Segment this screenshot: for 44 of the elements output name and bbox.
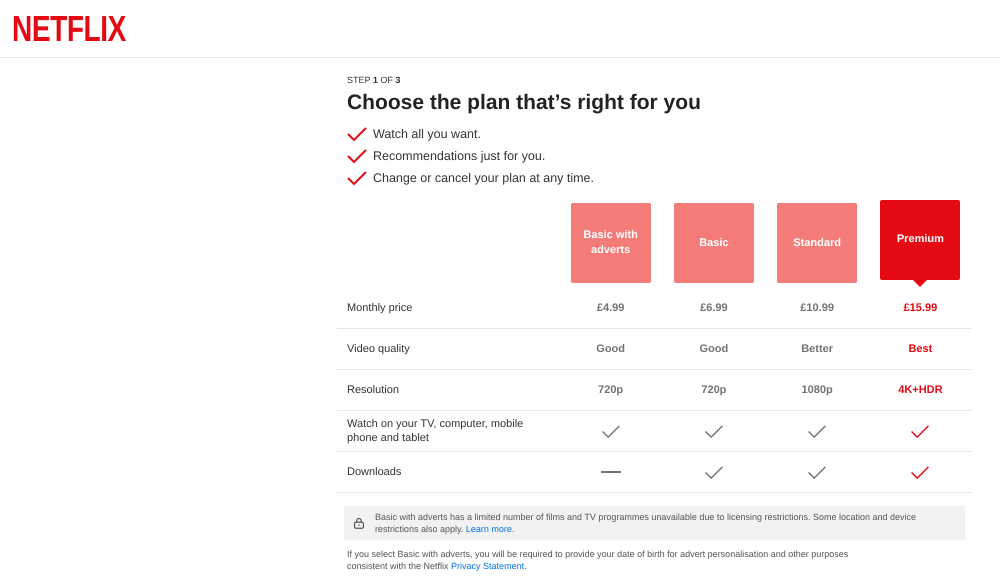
privacy-statement-link[interactable]: Privacy Statement. [451, 561, 527, 572]
benefit-text: Recommendations just for you. [373, 149, 546, 163]
check-icon [600, 424, 621, 438]
check-icon [704, 424, 724, 438]
feature-label: Resolution [346, 382, 400, 398]
check-icon [807, 464, 828, 480]
table-cell: £10.99 [800, 302, 834, 314]
check-icon [347, 126, 367, 142]
check-icon [704, 464, 724, 480]
plan-tab[interactable]: Standard [777, 203, 858, 283]
footnote-text: If you select Basic with adverts, you will be required to provide your date of birth for advert personalisation and other purposes consistent with the Netflix Privacy Statement. [347, 548, 850, 573]
check-icon [347, 170, 367, 186]
table-cell: 4K+HDR [898, 384, 943, 396]
step-indicator: STEP 1 OF 3 [346, 75, 402, 85]
benefit-text: Change or cancel your plan at any time. [373, 171, 594, 185]
plan-tab[interactable]: Basic with adverts [570, 203, 651, 283]
plan-tab[interactable]: Premium [880, 200, 960, 280]
lock-icon [353, 516, 365, 530]
table-cell: 720p [701, 384, 726, 396]
learn-more-link[interactable]: Learn more. [466, 524, 514, 534]
benefit-text: Watch all you want. [373, 127, 481, 141]
table-cell: Better [801, 343, 834, 355]
table-cell: Good [700, 343, 728, 355]
feature-label: Monthly price [346, 300, 414, 316]
table-cell: £4.99 [596, 302, 624, 314]
table-cell: 1080p [802, 384, 833, 396]
table-cell: Good [596, 343, 625, 355]
check-icon [807, 424, 828, 438]
pointer-icon [913, 280, 928, 286]
plan-tab[interactable]: Basic [674, 203, 754, 283]
table-cell: 720p [598, 384, 624, 396]
table-cell: £6.99 [700, 302, 728, 314]
check-icon [910, 464, 930, 480]
table-cell: Best [908, 343, 932, 355]
notice-text: Basic with adverts has a limited number of films and TV programmes unavailable due to licensing restrictions. Some location and device restrictions also apply. Learn more. [374, 511, 918, 536]
netflix-logo[interactable]: NETFLIX [12, 8, 126, 50]
feature-label: Video quality [346, 342, 411, 356]
table-cell: £15.99 [904, 302, 938, 314]
page-title: Choose the plan that’s right for you [346, 91, 702, 115]
feature-label: Downloads [346, 464, 402, 480]
check-icon [347, 148, 367, 164]
check-icon [910, 424, 930, 438]
dash-icon [600, 471, 621, 473]
feature-label: Watch on your TV, computer, mobile phone and tablet [346, 416, 524, 446]
